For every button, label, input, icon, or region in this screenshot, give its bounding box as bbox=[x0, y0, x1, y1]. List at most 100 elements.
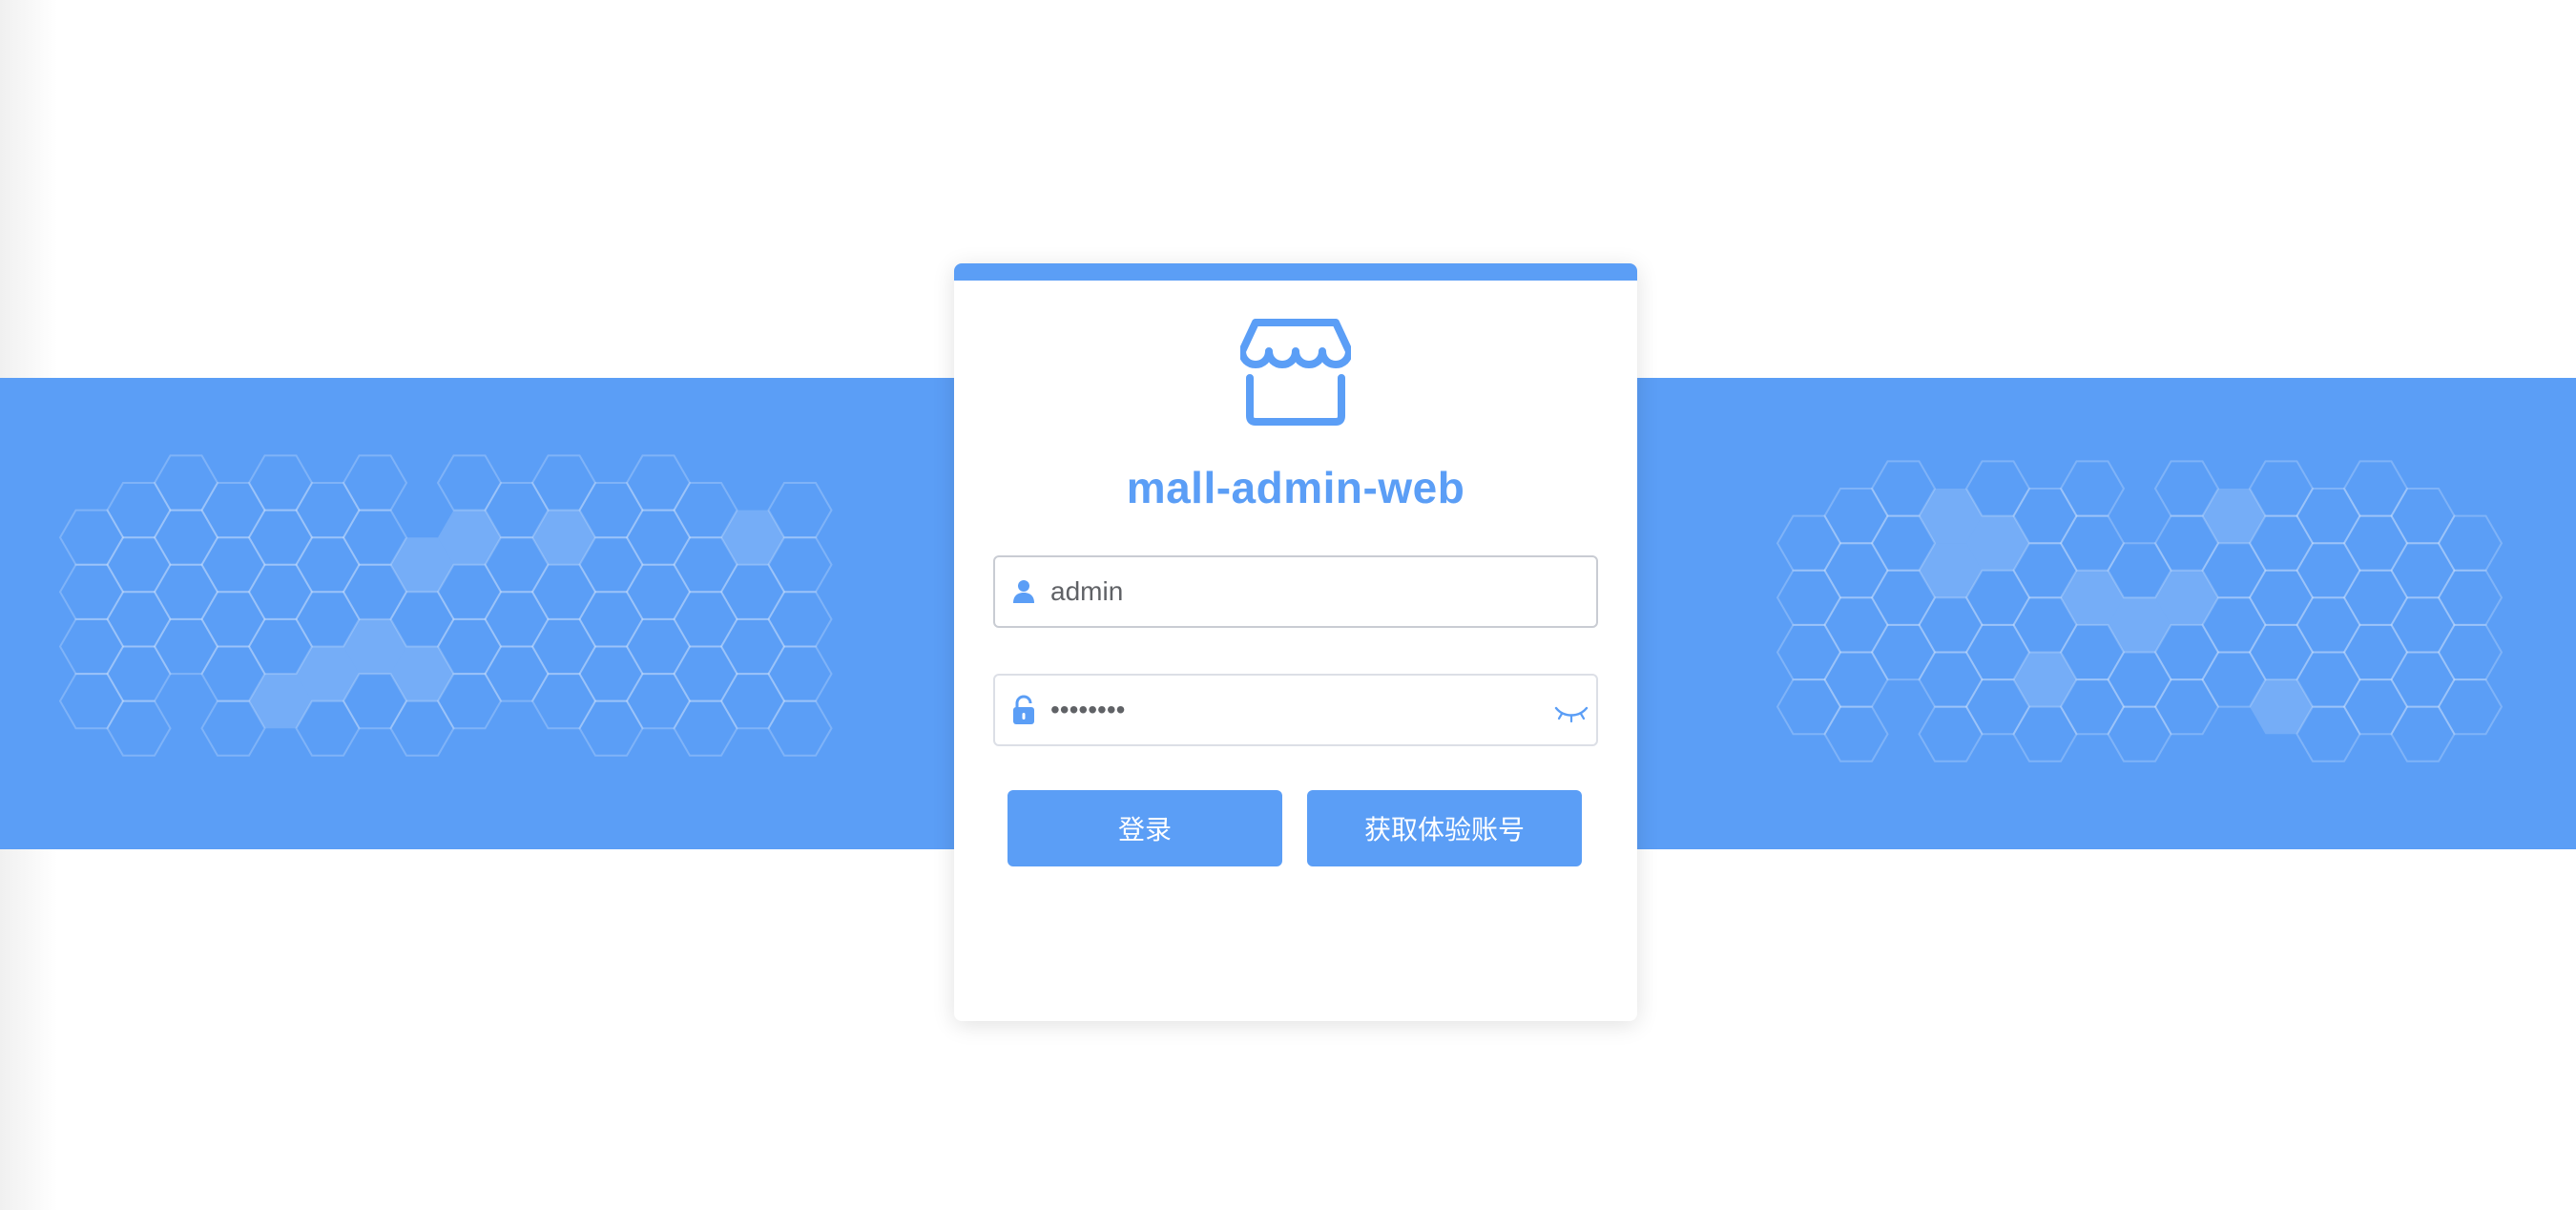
card-accent-bar bbox=[954, 263, 1637, 281]
hexagon-cell bbox=[1823, 488, 1889, 545]
hexagon-cell bbox=[1870, 623, 1937, 681]
hexagon-cell bbox=[578, 591, 644, 648]
hexagon-cell bbox=[1776, 514, 1842, 572]
hexagon-pattern-right-icon bbox=[1776, 460, 2503, 762]
hexagon-cell bbox=[58, 563, 125, 620]
hexagon-cell bbox=[389, 699, 455, 757]
hexagon-cell bbox=[625, 617, 692, 676]
hexagon-cell bbox=[721, 510, 784, 565]
hexagon-cell bbox=[2390, 488, 2456, 545]
hexagon-cell bbox=[2342, 569, 2409, 626]
hexagon-cell bbox=[1823, 651, 1889, 708]
hexagon-cell bbox=[2390, 705, 2456, 762]
user-icon bbox=[1013, 580, 1034, 603]
hexagon-cell bbox=[2153, 678, 2220, 736]
hexagon-cell bbox=[484, 645, 550, 702]
hexagon-cell bbox=[2296, 596, 2361, 654]
hexagon-cell bbox=[2248, 569, 2315, 626]
hexagon-cell bbox=[625, 563, 692, 620]
hexagon-cell bbox=[625, 454, 692, 511]
hexagon-cell bbox=[578, 699, 644, 757]
password-input[interactable] bbox=[1050, 676, 1547, 744]
hexagon-cell bbox=[2437, 569, 2503, 626]
hexagon-cell bbox=[2342, 460, 2409, 517]
hexagon-cell bbox=[2437, 623, 2503, 681]
hexagon-cell bbox=[1823, 596, 1889, 654]
hexagon-cell bbox=[58, 617, 125, 676]
hexagon-cell bbox=[2296, 542, 2361, 599]
hexagon-cell bbox=[2059, 460, 2126, 517]
hexagon-cell bbox=[1776, 678, 1842, 736]
hexagon-cell bbox=[153, 563, 219, 620]
hexagon-cell bbox=[2437, 678, 2503, 736]
hexagon-cell bbox=[106, 536, 172, 594]
hexagon-cell bbox=[673, 699, 738, 757]
hexagon-cell bbox=[1776, 623, 1842, 681]
hexagon-cell bbox=[530, 563, 597, 620]
login-page: mall-admin-web 登录 获取体验账号 bbox=[0, 0, 2576, 1210]
hexagon-cell bbox=[2390, 596, 2456, 654]
hexagon-cell bbox=[2437, 514, 2503, 572]
hexagon-cell bbox=[1918, 705, 1984, 762]
hexagon-cell bbox=[484, 591, 550, 648]
hexagon-cell bbox=[58, 509, 125, 566]
login-button[interactable]: 登录 bbox=[1008, 790, 1282, 866]
username-input[interactable] bbox=[1050, 557, 1547, 626]
hexagon-cell bbox=[673, 645, 738, 702]
hexagon-cell bbox=[767, 645, 833, 702]
hexagon-cell bbox=[1823, 705, 1889, 762]
hexagon-cell bbox=[295, 482, 361, 539]
hexagon-cell bbox=[436, 454, 503, 511]
hexagon-cell bbox=[530, 617, 597, 676]
hexagon-cell bbox=[58, 673, 125, 730]
hexagon-cell bbox=[106, 591, 172, 648]
hexagon-cell bbox=[1918, 651, 1984, 708]
hexagon-cell bbox=[719, 617, 786, 676]
hexagon-cell bbox=[767, 699, 833, 757]
hexagon-cell bbox=[153, 454, 219, 511]
hexagon-cell bbox=[625, 509, 692, 566]
hexagon-cell bbox=[153, 509, 219, 566]
hexagon-cell bbox=[719, 673, 786, 730]
hexagon-cell bbox=[106, 645, 172, 702]
hexagon-cell bbox=[2390, 542, 2456, 599]
app-title: mall-admin-web bbox=[1126, 463, 1465, 512]
hexagon-cell bbox=[2296, 488, 2361, 545]
hexagon-cell bbox=[767, 591, 833, 648]
hexagon-cell bbox=[106, 482, 172, 539]
hexagon-cell bbox=[2107, 651, 2172, 708]
hexagon-cell bbox=[153, 617, 219, 676]
hexagon-cell bbox=[200, 536, 266, 594]
hexagon-cell bbox=[247, 563, 314, 620]
lock-icon bbox=[1013, 695, 1034, 724]
hexagon-cell bbox=[2012, 705, 2078, 762]
hexagon-pattern-left-icon bbox=[58, 454, 833, 757]
hexagon-cell bbox=[295, 536, 361, 594]
hexagon-cell bbox=[1823, 542, 1889, 599]
login-card: mall-admin-web 登录 获取体验账号 bbox=[954, 263, 1637, 1021]
hexagon-cell bbox=[2342, 623, 2409, 681]
hexagon-cell bbox=[2248, 623, 2315, 681]
hexagon-cell bbox=[530, 454, 597, 511]
hexagon-cell bbox=[200, 482, 266, 539]
hexagon-cell bbox=[342, 454, 408, 511]
hexagon-cell bbox=[247, 509, 314, 566]
hexagon-cell bbox=[530, 673, 597, 730]
hexagon-cell bbox=[2342, 678, 2409, 736]
hexagon-cell bbox=[1776, 569, 1842, 626]
hexagon-cell bbox=[2059, 514, 2126, 572]
hexagon-cell bbox=[673, 591, 738, 648]
get-trial-account-button[interactable]: 获取体验账号 bbox=[1307, 790, 1582, 866]
username-field-wrapper bbox=[993, 555, 1598, 628]
eye-closed-icon[interactable] bbox=[1554, 697, 1589, 725]
hexagon-cell bbox=[106, 699, 172, 757]
hexagon-cell bbox=[2342, 514, 2409, 572]
hexagon-cell bbox=[2202, 489, 2266, 544]
password-field-wrapper bbox=[993, 674, 1598, 746]
storefront-icon bbox=[1240, 319, 1351, 426]
hexagon-cell bbox=[532, 510, 595, 565]
hexagon-cell bbox=[625, 673, 692, 730]
hexagon-cell bbox=[200, 591, 266, 648]
hexagon-cell bbox=[2250, 679, 2313, 735]
hexagon-cell bbox=[578, 645, 644, 702]
